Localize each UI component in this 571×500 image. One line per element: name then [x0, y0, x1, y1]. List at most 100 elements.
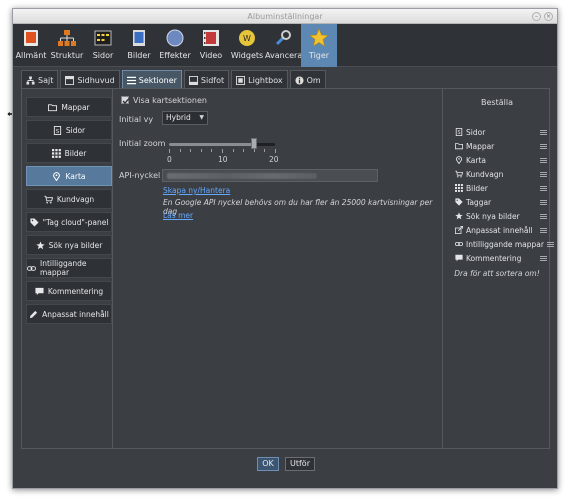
drag-handle-icon[interactable] [540, 171, 547, 177]
map-marker-icon [53, 171, 61, 181]
order-item-label: Bilder [466, 183, 488, 193]
tool-bilder[interactable]: Bilder [121, 24, 157, 67]
read-more-link[interactable]: Läs mer [163, 211, 193, 220]
star-icon [36, 240, 45, 249]
nav-item-kundvagn[interactable]: Kundvagn [26, 189, 112, 209]
tool-widgets[interactable]: W Widgets [229, 24, 265, 67]
initial-view-label: Initial vy [119, 115, 154, 124]
tab-sidfot[interactable]: Sidfot [183, 70, 230, 89]
order-item[interactable]: Karta [455, 154, 547, 166]
api-key-redacted [167, 173, 317, 179]
pencil-icon [30, 310, 38, 318]
zoom-tick [200, 149, 202, 152]
nav-label: Kundvagn [56, 194, 95, 204]
folder-icon [455, 143, 463, 150]
order-panel-hint: Dra för att sortera om! [454, 269, 540, 278]
api-key-note: En Google API nyckel behövs om du har fl… [163, 198, 433, 216]
tiger-icon [309, 28, 329, 47]
tool-video[interactable]: Video [193, 24, 229, 67]
order-item-label: Karta [466, 155, 487, 165]
order-item[interactable]: Intilliggande mappar [455, 238, 554, 250]
nav-item-sidor[interactable]: S Sidor [26, 120, 112, 140]
window-titlebar[interactable]: Albuminställningar – × [13, 9, 557, 24]
minimize-icon[interactable]: – [532, 12, 541, 21]
drag-handle-icon[interactable] [540, 143, 547, 149]
tool-label: Tiger [308, 51, 330, 60]
nav-item-karta[interactable]: Karta [26, 166, 112, 186]
folder-icon [48, 103, 58, 111]
page-icon: S [53, 125, 61, 135]
tab-label: Lightbox [248, 75, 283, 85]
drag-handle-icon[interactable] [546, 241, 554, 247]
nav-label: Sök nya bilder [48, 240, 103, 250]
tool-label: Allmänt [15, 51, 47, 60]
tool-avancerat[interactable]: Avancerat [265, 24, 305, 67]
api-key-input[interactable] [162, 169, 378, 182]
nav-item-intilliggande-mappar[interactable]: Intilliggande mappar [26, 258, 112, 278]
tool-sidor[interactable]: Sidor [85, 24, 121, 67]
tab-label: Sektioner [138, 75, 177, 85]
zoom-slider-track[interactable] [169, 143, 275, 146]
link-icon [27, 265, 36, 271]
zoom-tick-label: 0 [167, 155, 172, 164]
order-item[interactable]: Bilder [455, 182, 547, 194]
tab-sidhuvud[interactable]: Sidhuvud [60, 70, 120, 89]
order-item[interactable]: Taggar [455, 196, 547, 208]
drag-handle-icon[interactable] [540, 185, 547, 191]
drag-handle-icon[interactable] [540, 129, 547, 135]
grid-icon [51, 148, 61, 158]
order-item[interactable]: Anpassat innehåll [455, 224, 547, 236]
show-map-checkbox[interactable] [121, 96, 130, 104]
tool-effekter[interactable]: Effekter [157, 24, 193, 67]
cart-icon [455, 170, 463, 178]
nav-label: Anpassat innehåll [42, 309, 109, 319]
zoom-tick [275, 149, 276, 153]
nav-item-sok-nya-bilder[interactable]: Sök nya bilder [26, 235, 112, 255]
ok-button[interactable]: OK [257, 457, 279, 471]
zoom-ticks [169, 149, 276, 153]
initial-view-value: Hybrid [166, 113, 191, 122]
drag-handle-icon[interactable] [540, 157, 547, 163]
tab-sektioner[interactable]: Sektioner [121, 70, 182, 89]
tag-icon [455, 198, 463, 206]
zoom-slider-thumb[interactable] [250, 138, 257, 149]
tab-om[interactable]: Om [289, 70, 326, 89]
tool-allmant[interactable]: Allmänt [13, 24, 49, 67]
sections-panel: Mappar S Sidor Bilder Karta Kundvagn "Ta… [21, 88, 554, 449]
drag-handle-icon[interactable] [540, 255, 547, 261]
create-manage-link[interactable]: Skapa ny/Hantera [163, 186, 230, 195]
nav-item-tag-cloud[interactable]: "Tag cloud"-panel [26, 212, 112, 232]
order-item[interactable]: Mappar [455, 140, 547, 152]
close-icon[interactable]: × [544, 12, 553, 21]
info-icon [295, 75, 304, 85]
apply-button[interactable]: Utför [285, 457, 315, 471]
zoom-tick [169, 149, 170, 153]
drag-handle-icon[interactable] [540, 213, 547, 219]
initial-view-select[interactable]: Hybrid ▼ [162, 111, 208, 125]
order-item[interactable]: S Sidor [455, 126, 547, 138]
order-item-label: Kommentering [466, 253, 522, 263]
order-item-label: Sidor [466, 127, 486, 137]
api-key-label: API-nyckel [119, 171, 161, 180]
tab-lightbox[interactable]: Lightbox [231, 70, 288, 89]
nav-label: Karta [65, 171, 86, 181]
order-item-label: Kundvagn [466, 169, 504, 179]
nav-item-kommentering[interactable]: Kommentering [26, 281, 112, 301]
tab-label: Sidfot [200, 75, 225, 85]
widgets-icon: W [239, 30, 255, 46]
order-item[interactable]: Kommentering [455, 252, 547, 264]
order-item[interactable]: Kundvagn [455, 168, 547, 180]
nav-item-bilder[interactable]: Bilder [26, 143, 112, 163]
page-icon: S [455, 128, 463, 136]
tool-struktur[interactable]: Struktur [49, 24, 85, 67]
nav-item-mappar[interactable]: Mappar [26, 97, 112, 117]
tool-tiger[interactable]: Tiger [301, 24, 337, 67]
drag-handle-icon[interactable] [540, 227, 547, 233]
tab-sajt[interactable]: Sajt [21, 70, 59, 89]
drag-handle-icon[interactable] [540, 199, 547, 205]
sections-icon [126, 76, 136, 84]
settings-tabs: Sajt Sidhuvud Sektioner Sidfot Lightbox … [13, 69, 557, 89]
order-item[interactable]: Sök nya bilder [455, 210, 547, 222]
pages-icon [94, 30, 112, 46]
nav-item-anpassat-innehall[interactable]: Anpassat innehåll [26, 304, 112, 324]
